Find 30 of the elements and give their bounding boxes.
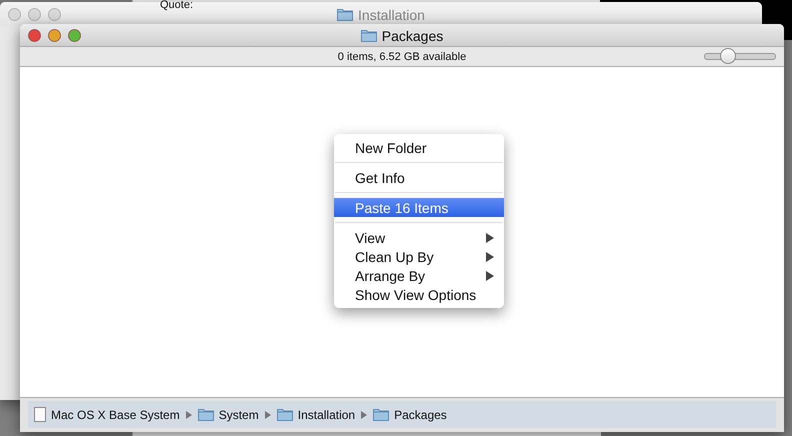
path-separator-icon [186, 410, 192, 418]
menu-item[interactable]: Get Info [334, 168, 504, 187]
folder-icon [337, 8, 354, 20]
folder-icon [276, 408, 293, 421]
close-button[interactable] [8, 8, 21, 20]
menu-item[interactable]: View [334, 228, 504, 247]
menu-item[interactable]: New Folder [334, 138, 504, 157]
menu-item[interactable]: Arrange By [334, 266, 504, 285]
window-title: Installation [358, 6, 425, 22]
zoom-button[interactable] [48, 8, 61, 20]
slider-thumb[interactable] [720, 48, 736, 64]
minimize-button[interactable] [28, 8, 41, 20]
menu-item[interactable]: Clean Up By [334, 247, 504, 266]
folder-icon [360, 28, 377, 42]
menu-item[interactable]: Paste 16 Items [334, 198, 504, 217]
zoom-button[interactable] [68, 28, 81, 42]
path-item[interactable]: Installation [298, 408, 356, 422]
menu-item[interactable]: Show View Options [334, 285, 504, 304]
path-item[interactable]: Mac OS X Base System [51, 408, 180, 422]
folder-icon [198, 408, 214, 421]
path-separator-icon [264, 410, 271, 418]
close-button[interactable] [28, 28, 41, 42]
path-item[interactable]: System [218, 408, 259, 422]
path-separator-icon [361, 410, 368, 418]
minimize-button[interactable] [48, 28, 61, 42]
page-text: Quote: [160, 0, 194, 11]
status-text: 0 items, 6.52 GB available [338, 50, 466, 62]
path-item[interactable]: Packages [394, 408, 447, 422]
folder-icon [373, 408, 390, 421]
window-title: Packages [382, 26, 444, 44]
